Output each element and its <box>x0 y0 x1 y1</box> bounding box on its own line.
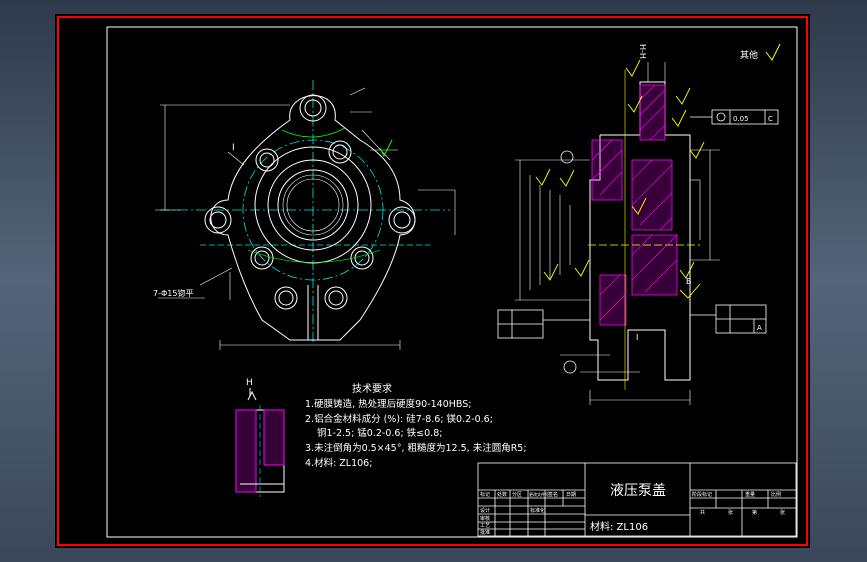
datum-i-label: I <box>636 333 638 342</box>
tb-col-2: 重量 <box>745 491 755 498</box>
tb-sign-2: 工艺 <box>480 523 490 529</box>
tb-col-1: 阶段标记 <box>692 491 712 498</box>
tb-header-5: 日期 <box>566 492 576 498</box>
tb-right-2: 第 <box>752 509 757 516</box>
cad-viewport[interactable]: 其他 H-H H I 7-Φ15锪平 0.05 C A B I 技术要求 1.硬… <box>0 0 867 562</box>
tb-sign-0: 设计 <box>480 507 490 514</box>
tb-header-1: 处数 <box>497 491 507 498</box>
drawing-canvas: 其他 H-H H I 7-Φ15锪平 0.05 C A B I 技术要求 1.硬… <box>55 14 810 548</box>
notes-line-2: 2.铝合金材料成分 (%): 硅7-8.6; 镁0.2-0.6; <box>305 413 493 425</box>
datum-b-label: B <box>686 277 692 286</box>
datum-c-label: C <box>768 115 773 123</box>
other-roughness-label: 其他 <box>740 49 758 61</box>
flatness-value-label: 0.05 <box>733 115 749 123</box>
callout-i-label: I <box>232 143 235 153</box>
section-mark-label: H-H <box>638 44 647 59</box>
part-name: 液压泵盖 <box>610 483 666 499</box>
tb-sign-3: 批准 <box>480 529 490 536</box>
notes-heading: 技术要求 <box>352 382 392 395</box>
spotface-callout-label: 7-Φ15锪平 <box>153 288 193 298</box>
notes-line-1: 1.硬膜铸造, 热处理后硬度90-140HBS; <box>305 398 471 410</box>
notes-line-4: 3.未注倒角为0.5×45°, 粗糙度为12.5, 未注圆角R5; <box>305 442 527 454</box>
tb-header-4: 签名 <box>548 491 558 498</box>
tb-sign-1: 审核 <box>480 515 490 522</box>
detail-view-label: H <box>246 378 253 388</box>
tb-header-3: 更改文件号 <box>529 491 549 497</box>
datum-a-label: A <box>757 324 762 332</box>
tb-col-3: 比例 <box>771 491 781 498</box>
notes-line-3: 铜1-2.5; 锰0.2-0.6; 铁≤0.8; <box>317 427 442 439</box>
tb-right-1: 张 <box>728 509 733 516</box>
material-label: 材料: ZL106 <box>590 520 648 533</box>
tb-right-0: 共 <box>700 509 705 516</box>
tb-header-0: 标记 <box>480 491 490 498</box>
tb-right-3: 张 <box>780 509 785 516</box>
tb-col-0: 标准化 <box>530 507 545 514</box>
tb-header-2: 分区 <box>512 491 522 498</box>
notes-line-5: 4.材料: ZL106; <box>305 457 372 469</box>
sheet-background <box>55 14 810 548</box>
